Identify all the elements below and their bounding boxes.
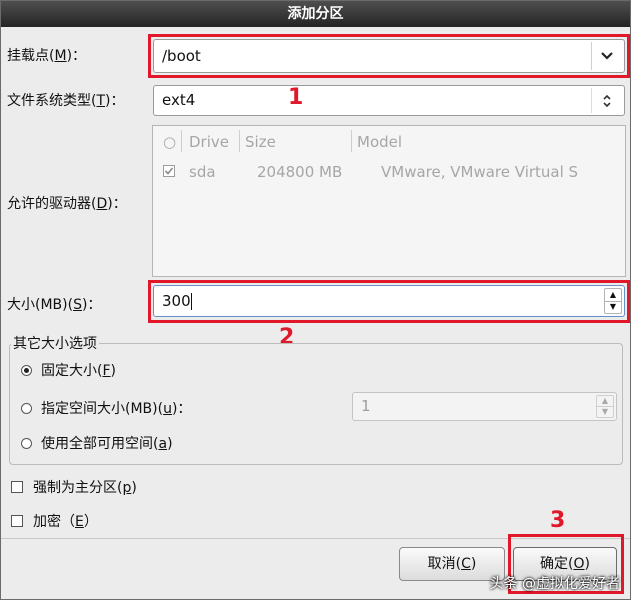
- fs-type-label: 文件系统类型(T)：: [7, 93, 125, 109]
- up-down-arrows-icon[interactable]: [591, 88, 622, 113]
- spin-up-icon[interactable]: ▲: [597, 396, 613, 406]
- drives-label: 允许的驱动器(D)：: [7, 196, 127, 212]
- drive-size: 204800 MB: [257, 163, 343, 181]
- force-primary-label: 强制为主分区(p): [33, 480, 137, 496]
- add-partition-dialog: 添加分区 挂载点(M)： /boot 文件系统类型(T)： ext4 1 允许的…: [0, 0, 631, 600]
- drives-table-header: ○ Drive Size Model: [153, 126, 625, 156]
- drives-table: ○ Drive Size Model sda 204800 MB VMware,…: [152, 125, 626, 277]
- fill-all-space-radio[interactable]: 使用全部可用空间(a): [21, 433, 221, 453]
- size-value[interactable]: 300: [162, 286, 191, 316]
- fs-type-select[interactable]: ext4: [153, 85, 625, 116]
- fixed-size-radio[interactable]: 固定大小(F): [21, 360, 221, 380]
- drive-column-header: Drive: [189, 133, 229, 151]
- fill-spin-buttons[interactable]: ▲ ▼: [596, 395, 614, 418]
- size-column-header: Size: [245, 133, 276, 151]
- select-column-header: ○: [163, 133, 177, 151]
- drive-name: sda: [189, 163, 216, 181]
- size-spin-input[interactable]: 300 ▲ ▼: [153, 285, 625, 317]
- separator: [1, 538, 630, 539]
- fixed-size-label: 固定大小(F): [41, 363, 116, 379]
- encrypt-checkbox-row[interactable]: 加密（E）: [11, 511, 211, 531]
- spin-down-icon[interactable]: ▼: [597, 406, 613, 417]
- radio-unselected-icon[interactable]: [21, 438, 32, 449]
- size-options-legend: 其它大小选项: [11, 333, 99, 353]
- annotation-number-3: 3: [550, 508, 566, 533]
- fs-type-value[interactable]: ext4: [162, 86, 195, 115]
- fill-to-size-value[interactable]: 1: [361, 393, 371, 420]
- fill-to-size-label: 指定空间大小(MB)(u)：: [41, 401, 192, 417]
- size-spin-buttons[interactable]: ▲ ▼: [604, 288, 622, 314]
- encrypt-label: 加密（E）: [33, 514, 98, 530]
- chevron-down-icon[interactable]: [591, 42, 622, 70]
- force-primary-checkbox-row[interactable]: 强制为主分区(p): [11, 477, 211, 497]
- annotation-number-1: 1: [288, 85, 304, 110]
- fill-all-space-label: 使用全部可用空间(a): [41, 436, 173, 452]
- watermark: 头条 @虚拟化爱好者: [489, 576, 620, 592]
- fill-to-size-radio[interactable]: 指定空间大小(MB)(u)：: [21, 398, 281, 418]
- dialog-title: 添加分区: [1, 1, 630, 27]
- mount-point-combobox[interactable]: /boot: [153, 39, 625, 73]
- spin-up-icon[interactable]: ▲: [605, 289, 621, 301]
- radio-selected-icon[interactable]: [21, 365, 32, 376]
- spin-down-icon[interactable]: ▼: [605, 300, 621, 314]
- fill-to-size-input[interactable]: 1 ▲ ▼: [352, 392, 617, 421]
- text-cursor: [191, 293, 192, 310]
- table-row[interactable]: sda 204800 MB VMware, VMware Virtual S: [153, 160, 625, 184]
- mount-point-label: 挂载点(M)：: [7, 48, 87, 64]
- size-label: 大小(MB)(S)：: [7, 297, 102, 313]
- encrypt-checkbox[interactable]: [11, 515, 23, 527]
- force-primary-checkbox[interactable]: [11, 481, 23, 493]
- drive-checkbox[interactable]: [163, 165, 175, 177]
- model-column-header: Model: [357, 133, 403, 151]
- radio-unselected-icon[interactable]: [21, 403, 32, 414]
- drive-model: VMware, VMware Virtual S: [381, 163, 579, 181]
- mount-point-value[interactable]: /boot: [162, 40, 201, 72]
